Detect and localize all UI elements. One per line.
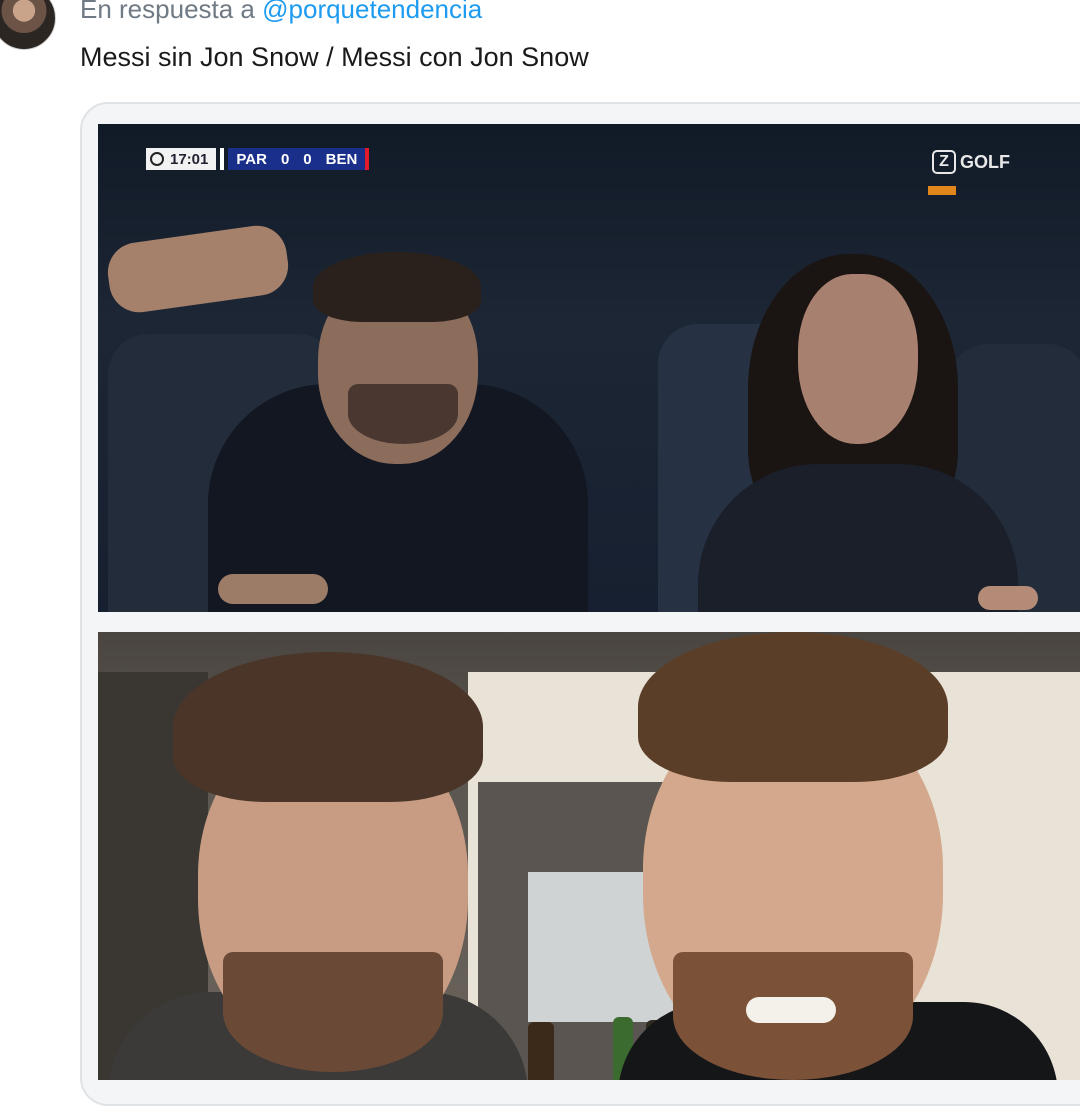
reply-prefix: En respuesta a (80, 0, 255, 24)
channel-name: GOLF (960, 151, 1010, 172)
football-icon (150, 152, 164, 166)
spectator-woman-face (798, 274, 918, 444)
avatar[interactable] (0, 0, 56, 50)
spectator-man-hand (218, 574, 328, 604)
away-team-color-bar (365, 148, 370, 170)
broadcast-scoreboard: 17:01 PAR 0 0 BEN (146, 148, 370, 170)
person-left-hair (173, 652, 483, 802)
scoreline: PAR 0 0 BEN (228, 148, 366, 170)
match-clock: 17:01 (146, 148, 217, 170)
home-score: 0 (280, 150, 290, 168)
live-badge (928, 186, 956, 195)
match-time: 17:01 (170, 150, 209, 168)
mention-link[interactable]: @porquetendencia (262, 0, 482, 24)
scoreboard-divider (220, 148, 225, 170)
spectator-woman-hand (978, 586, 1038, 610)
tweet-text: Messi sin Jon Snow / Messi con Jon Snow (80, 42, 589, 72)
home-team: PAR (236, 150, 267, 168)
channel-logo-icon: Z GOLF (932, 150, 1010, 174)
tweet-photo-stadium[interactable]: 17:01 PAR 0 0 BEN Z GOLF (98, 124, 1080, 612)
person-right-smile (746, 997, 836, 1023)
reply-context: En respuesta a @porquetendencia (80, 0, 482, 25)
away-score: 0 (303, 150, 312, 168)
spectator-hands (104, 221, 292, 317)
away-team: BEN (325, 150, 358, 168)
spectator-man-hair (313, 252, 481, 322)
person-left-beard (223, 952, 443, 1072)
person-right-hair (638, 632, 948, 782)
tweet-photo-selfie[interactable] (98, 632, 1080, 1080)
bottle (528, 1022, 554, 1080)
channel-logo-letter: Z (932, 150, 956, 174)
spectator-man-beard (348, 384, 458, 444)
